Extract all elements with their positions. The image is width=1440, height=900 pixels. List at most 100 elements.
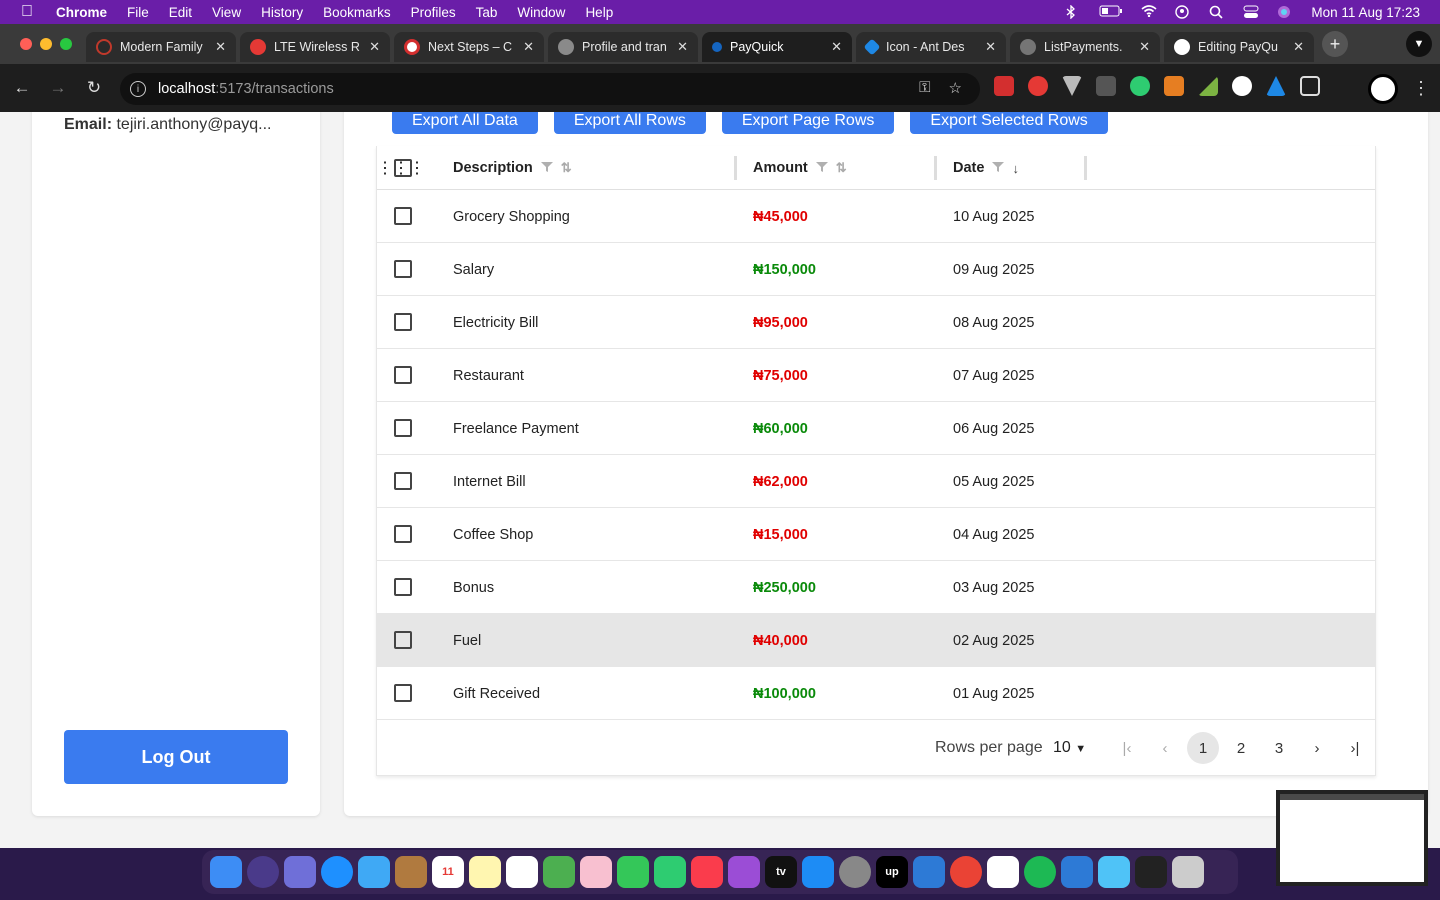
trash-icon[interactable] xyxy=(1172,856,1204,888)
menu-view[interactable]: View xyxy=(212,5,241,20)
close-tab-icon[interactable]: ✕ xyxy=(369,39,380,55)
table-row[interactable]: Coffee Shop ₦15,000 04 Aug 2025 xyxy=(377,508,1375,561)
wifi-icon[interactable] xyxy=(1141,5,1157,19)
slack-icon[interactable] xyxy=(987,856,1019,888)
close-tab-icon[interactable]: ✕ xyxy=(215,39,226,55)
tab-search-chevron-icon[interactable]: ▼ xyxy=(1406,31,1432,57)
browser-tab[interactable]: Editing PayQu ✕ xyxy=(1164,32,1314,62)
browser-tab[interactable]: Next Steps – C ✕ xyxy=(394,32,544,62)
photos-icon[interactable] xyxy=(580,856,612,888)
next-page-icon[interactable]: › xyxy=(1301,732,1333,764)
last-page-icon[interactable]: ›| xyxy=(1339,732,1371,764)
row-checkbox[interactable] xyxy=(394,366,412,384)
apple-icon[interactable]:  xyxy=(18,3,36,21)
row-checkbox[interactable] xyxy=(394,525,412,543)
menu-tab[interactable]: Tab xyxy=(476,5,498,20)
finder-icon[interactable] xyxy=(210,856,242,888)
menu-help[interactable]: Help xyxy=(585,5,613,20)
browser-tab[interactable]: Profile and tran ✕ xyxy=(548,32,698,62)
extension-icon[interactable] xyxy=(1198,76,1218,96)
chrome-icon[interactable] xyxy=(950,856,982,888)
browser-tab[interactable]: Modern Family ✕ xyxy=(86,32,236,62)
extension-icon[interactable] xyxy=(1232,76,1252,96)
row-checkbox[interactable] xyxy=(394,419,412,437)
first-page-icon[interactable]: |‹ xyxy=(1111,732,1143,764)
table-row[interactable]: Electricity Bill ₦95,000 08 Aug 2025 xyxy=(377,296,1375,349)
back-arrow-icon[interactable]: ← xyxy=(8,78,36,98)
menu-edit[interactable]: Edit xyxy=(169,5,192,20)
extension-icon[interactable] xyxy=(994,76,1014,96)
close-tab-icon[interactable]: ✕ xyxy=(985,39,996,55)
music-icon[interactable] xyxy=(691,856,723,888)
safari-icon[interactable] xyxy=(321,856,353,888)
close-tab-icon[interactable]: ✕ xyxy=(1139,39,1150,55)
upwork-icon[interactable]: up xyxy=(876,856,908,888)
column-resize-handle[interactable] xyxy=(734,156,737,180)
facetime-icon[interactable] xyxy=(654,856,686,888)
maps-icon[interactable] xyxy=(543,856,575,888)
metamask-fox-icon[interactable] xyxy=(1164,76,1184,96)
row-checkbox[interactable] xyxy=(394,472,412,490)
column-resize-handle[interactable] xyxy=(1084,156,1087,180)
sort-icon[interactable]: ⇅ xyxy=(836,160,847,176)
export-all-data-button[interactable]: Export All Data xyxy=(392,112,538,134)
column-header-amount[interactable]: Amount ⇅ xyxy=(753,146,847,190)
row-checkbox[interactable] xyxy=(394,684,412,702)
battery-icon[interactable] xyxy=(1099,5,1123,19)
close-tab-icon[interactable]: ✕ xyxy=(1293,39,1304,55)
page-button-2[interactable]: 2 xyxy=(1225,732,1257,764)
spotify-icon[interactable] xyxy=(1024,856,1056,888)
table-row[interactable]: Grocery Shopping ₦45,000 10 Aug 2025 xyxy=(377,190,1375,243)
browser-tab[interactable]: Icon - Ant Des ✕ xyxy=(856,32,1006,62)
menu-profiles[interactable]: Profiles xyxy=(411,5,456,20)
bluetooth-icon[interactable] xyxy=(1065,4,1081,20)
messages-icon[interactable] xyxy=(617,856,649,888)
menu-history[interactable]: History xyxy=(261,5,303,20)
column-header-date[interactable]: Date ↓ xyxy=(953,146,1019,190)
export-selected-rows-button[interactable]: Export Selected Rows xyxy=(910,112,1108,134)
zoom-window-button[interactable] xyxy=(60,38,72,50)
row-checkbox[interactable] xyxy=(394,578,412,596)
menu-window[interactable]: Window xyxy=(517,5,565,20)
close-window-button[interactable] xyxy=(20,38,32,50)
reload-icon[interactable]: ↻ xyxy=(80,78,108,98)
browser-menu-kebab-icon[interactable]: ⋮ xyxy=(1412,78,1430,99)
site-info-icon[interactable]: i xyxy=(130,81,146,97)
table-row[interactable]: Internet Bill ₦62,000 05 Aug 2025 xyxy=(377,455,1375,508)
menu-file[interactable]: File xyxy=(127,5,149,20)
downloads-folder-icon[interactable] xyxy=(1098,856,1130,888)
user-account-icon[interactable] xyxy=(1175,5,1191,19)
spotlight-search-icon[interactable] xyxy=(1209,5,1225,19)
minimize-window-button[interactable] xyxy=(40,38,52,50)
vue-devtools-icon[interactable] xyxy=(1062,76,1082,96)
address-bar[interactable]: i localhost:5173/transactions ⚿ ☆ xyxy=(120,73,980,105)
podcasts-icon[interactable] xyxy=(728,856,760,888)
logout-button[interactable]: Log Out xyxy=(64,730,288,784)
select-all-checkbox[interactable] xyxy=(394,159,412,177)
column-resize-handle[interactable] xyxy=(934,156,937,180)
previous-page-icon[interactable]: ‹ xyxy=(1149,732,1181,764)
browser-tab[interactable]: LTE Wireless R ✕ xyxy=(240,32,390,62)
menu-app-name[interactable]: Chrome xyxy=(56,5,107,20)
export-all-rows-button[interactable]: Export All Rows xyxy=(553,112,706,134)
close-tab-icon[interactable]: ✕ xyxy=(523,39,534,55)
adblock-plus-icon[interactable] xyxy=(1028,76,1048,96)
filter-icon[interactable] xyxy=(815,161,828,176)
extension-icon[interactable] xyxy=(1130,76,1150,96)
table-row[interactable]: Salary ₦150,000 09 Aug 2025 xyxy=(377,243,1375,296)
reminders-icon[interactable] xyxy=(506,856,538,888)
vscode-icon[interactable] xyxy=(913,856,945,888)
bookmark-star-icon[interactable]: ☆ xyxy=(949,79,962,97)
close-tab-icon[interactable]: ✕ xyxy=(677,39,688,55)
row-checkbox[interactable] xyxy=(394,631,412,649)
rows-per-page-select[interactable]: 10 ▼ xyxy=(1053,739,1086,757)
table-row[interactable]: Gift Received ₦100,000 01 Aug 2025 xyxy=(377,667,1375,720)
sort-descending-arrow-icon[interactable]: ↓ xyxy=(1012,161,1019,176)
row-checkbox[interactable] xyxy=(394,313,412,331)
browser-tab-active[interactable]: PayQuick ✕ xyxy=(702,32,852,62)
close-tab-icon[interactable]: ✕ xyxy=(831,39,842,55)
screenshot-thumbnail[interactable] xyxy=(1276,790,1428,886)
row-checkbox[interactable] xyxy=(394,260,412,278)
extension-icon[interactable] xyxy=(1266,76,1286,96)
forward-arrow-icon[interactable]: → xyxy=(44,78,72,98)
